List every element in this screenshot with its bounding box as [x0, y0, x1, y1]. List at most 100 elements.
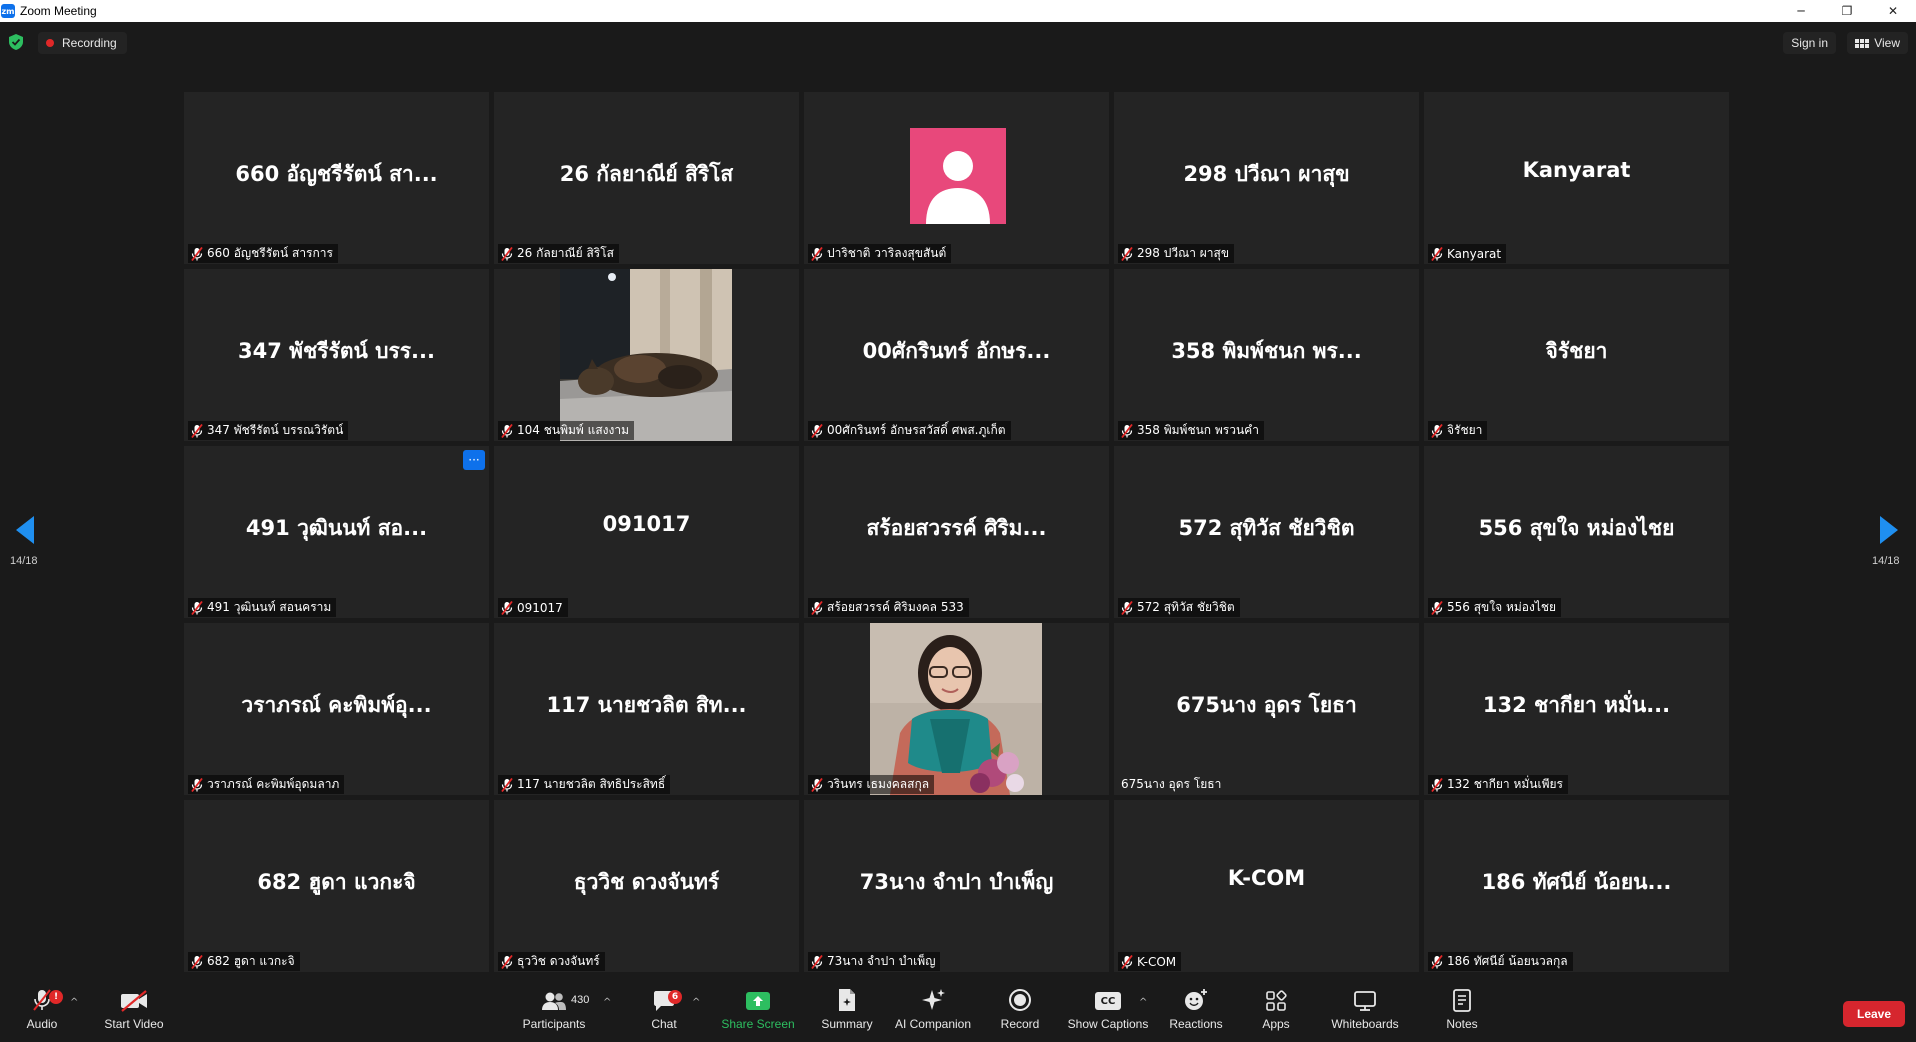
window-controls: ─ ❐ ✕: [1778, 0, 1916, 22]
chat-options-caret[interactable]: ^: [692, 997, 700, 1008]
recording-indicator[interactable]: Recording: [38, 32, 127, 54]
participant-display-name: 491 วุฒินนท์ สอ...: [245, 516, 428, 540]
participant-name-label: 132 ชากียา หมั่นเพียร: [1447, 777, 1563, 791]
audio-button[interactable]: ! Audio: [24, 978, 63, 1042]
participant-tile[interactable]: 73นาง จำปา บำเพ็ญ 73นาง จำปา บำเพ็ญ: [804, 800, 1109, 972]
participant-tile[interactable]: K-COM K-COM: [1114, 800, 1419, 972]
participant-name-tag: Kanyarat: [1428, 244, 1507, 263]
reactions-button[interactable]: Reactions: [1169, 978, 1223, 1042]
participant-tile[interactable]: 104 ชนพิมพ์ แสงงาม: [494, 269, 799, 441]
participant-tile[interactable]: 556 สุขใจ หม่องไชย 556 สุขใจ หม่องไชย: [1424, 446, 1729, 618]
participant-tile[interactable]: 186 ทัศนีย์ น้อยน... 186 ทัศนีย์ น้อยนวลก…: [1424, 800, 1729, 972]
muted-mic-icon: [501, 777, 517, 792]
muted-mic-icon: [1121, 423, 1137, 438]
ai-companion-button[interactable]: AI Companion: [894, 978, 972, 1042]
participant-tile[interactable]: 347 พัชรีรัตน์ บรร... 347 พัชรีรัตน์ บรรณ…: [184, 269, 489, 441]
participant-name-tag: วรินทร เธมงคลสกุล: [808, 775, 935, 794]
reactions-emoji-icon: [1183, 978, 1209, 1012]
participant-name-label: Kanyarat: [1447, 246, 1502, 261]
participant-display-name: 73นาง จำปา บำเพ็ญ: [859, 870, 1054, 894]
summary-label: Summary: [821, 1017, 873, 1031]
view-label: View: [1874, 36, 1900, 50]
whiteboards-label: Whiteboards: [1331, 1017, 1399, 1031]
close-button[interactable]: ✕: [1870, 0, 1916, 22]
minimize-button[interactable]: ─: [1778, 0, 1824, 22]
notes-button[interactable]: Notes: [1445, 978, 1479, 1042]
sign-in-button[interactable]: Sign in: [1783, 32, 1836, 54]
participant-tile[interactable]: 091017 091017: [494, 446, 799, 618]
participant-tile[interactable]: 358 พิมพ์ชนก พร... 358 พิมพ์ชนก พรวนคำ: [1114, 269, 1419, 441]
participant-display-name: 660 อัญชรีรัตน์ สา...: [235, 162, 438, 186]
participant-tile[interactable]: 117 นายชวลิต สิท... 117 นายชวลิต สิทธิประ…: [494, 623, 799, 795]
tile-more-options-button[interactable]: ···: [463, 450, 485, 470]
start-video-button[interactable]: Start Video: [104, 978, 164, 1042]
apps-button[interactable]: Apps: [1260, 978, 1292, 1042]
participant-display-name: ธุววิช ดวงจันทร์: [573, 870, 720, 894]
participant-display-name: 358 พิมพ์ชนก พร...: [1171, 339, 1362, 363]
restore-button[interactable]: ❐: [1824, 0, 1870, 22]
participant-name-tag: 358 พิมพ์ชนก พรวนคำ: [1118, 421, 1264, 440]
reactions-label: Reactions: [1169, 1017, 1223, 1031]
participant-tile[interactable]: 491 วุฒินนท์ สอ... ··· 491 วุฒินนท์ สอนครา…: [184, 446, 489, 618]
participant-tile[interactable]: 26 กัลยาณีย์ สิริโส 26 กัลยาณีย์ สิริโส: [494, 92, 799, 264]
participant-name-tag: 26 กัลยาณีย์ สิริโส: [498, 244, 619, 263]
page-indicator-right: 14/18: [1872, 555, 1900, 567]
participant-tile[interactable]: 132 ชากียา หมั่น... 132 ชากียา หมั่นเพียร: [1424, 623, 1729, 795]
leave-button[interactable]: Leave: [1843, 1001, 1905, 1027]
participant-tile[interactable]: 682 ฮูดา แวกะจิ 682 ฮูดา แวกะจิ: [184, 800, 489, 972]
participant-tile[interactable]: 660 อัญชรีรัตน์ สา... 660 อัญชรีรัตน์ สาร…: [184, 92, 489, 264]
video-off-icon: [119, 978, 149, 1012]
muted-mic-icon: [191, 423, 207, 438]
participant-name-label: 117 นายชวลิต สิทธิประสิทธิ์: [517, 777, 666, 791]
record-button[interactable]: Record: [1000, 978, 1040, 1042]
view-button[interactable]: View: [1847, 32, 1908, 54]
muted-mic-icon: [191, 600, 207, 615]
participant-display-name: 117 นายชวลิต สิท...: [546, 693, 747, 717]
participant-name-label: วรินทร เธมงคลสกุล: [827, 777, 930, 791]
participant-video-cat: [560, 269, 732, 441]
participant-tile[interactable]: 675นาง อุดร โยธา 675นาง อุดร โยธา: [1114, 623, 1419, 795]
participant-tile[interactable]: 572 สุทิวัส ชัยวิชิต 572 สุทิวัส ชัยวิชิต: [1114, 446, 1419, 618]
audio-label: Audio: [26, 1017, 58, 1031]
participant-tile[interactable]: Kanyarat Kanyarat: [1424, 92, 1729, 264]
muted-mic-icon: [191, 777, 207, 792]
participants-label: Participants: [522, 1017, 586, 1031]
audio-options-caret[interactable]: ^: [70, 997, 78, 1008]
participants-options-caret[interactable]: ^: [603, 997, 611, 1008]
participant-tile[interactable]: ปาริชาติ วาริลงสุขสันต์: [804, 92, 1109, 264]
participant-name-label: จิรัชยา: [1447, 423, 1483, 437]
participant-name-tag: 491 วุฒินนท์ สอนคราม: [188, 598, 337, 617]
participant-display-name: 298 ปวีณา ผาสุข: [1183, 162, 1350, 186]
captions-options-caret[interactable]: ^: [1139, 997, 1147, 1008]
chat-button[interactable]: 6 Chat: [651, 978, 682, 1042]
participant-display-name: 26 กัลยาณีย์ สิริโส: [559, 162, 734, 186]
participant-display-name: 00ศักรินทร์ อักษร...: [862, 339, 1051, 363]
participant-tile[interactable]: วราภรณ์ คะพิมพ์อุ... วราภรณ์ คะพิมพ์อุดมล…: [184, 623, 489, 795]
participant-display-name: วราภรณ์ คะพิมพ์อุ...: [241, 693, 432, 717]
chat-label: Chat: [651, 1017, 677, 1031]
apps-grid-icon: [1265, 978, 1287, 1012]
whiteboards-button[interactable]: Whiteboards: [1330, 978, 1400, 1042]
participant-tile[interactable]: จิรัชยา จิรัชยา: [1424, 269, 1729, 441]
apps-label: Apps: [1262, 1017, 1290, 1031]
participant-tile[interactable]: 00ศักรินทร์ อักษร... 00ศักรินทร์ อักษรสวั…: [804, 269, 1109, 441]
participant-name-label: 682 ฮูดา แวกะจิ: [207, 954, 295, 968]
audio-alert-badge: !: [49, 990, 63, 1004]
summary-button[interactable]: Summary: [820, 978, 874, 1042]
window-titlebar: zm Zoom Meeting ─ ❐ ✕: [0, 0, 1916, 22]
participant-name-label: 675นาง อุดร โยธา: [1121, 777, 1222, 791]
participants-button[interactable]: Participants: [523, 978, 585, 1042]
participant-tile[interactable]: สร้อยสวรรค์ ศิริม... สร้อยสวรรค์ ศิริมงคล…: [804, 446, 1109, 618]
participant-name-tag: 682 ฮูดา แวกะจิ: [188, 952, 300, 971]
encryption-shield-icon[interactable]: [9, 34, 23, 50]
participant-tile[interactable]: วรินทร เธมงคลสกุล: [804, 623, 1109, 795]
participant-tile[interactable]: ธุววิช ดวงจันทร์ ธุววิช ดวงจันทร์: [494, 800, 799, 972]
show-captions-label: Show Captions: [1067, 1017, 1149, 1031]
previous-page-arrow-icon[interactable]: [12, 514, 40, 546]
participant-name-tag: สร้อยสวรรค์ ศิริมงคล 533: [808, 598, 969, 617]
next-page-arrow-icon[interactable]: [1874, 514, 1902, 546]
share-screen-button[interactable]: Share Screen: [721, 978, 795, 1042]
participant-tile[interactable]: 298 ปวีณา ผาสุข 298 ปวีณา ผาสุข: [1114, 92, 1419, 264]
show-captions-button[interactable]: CC Show Captions: [1068, 978, 1148, 1042]
share-screen-label: Share Screen: [721, 1017, 795, 1031]
